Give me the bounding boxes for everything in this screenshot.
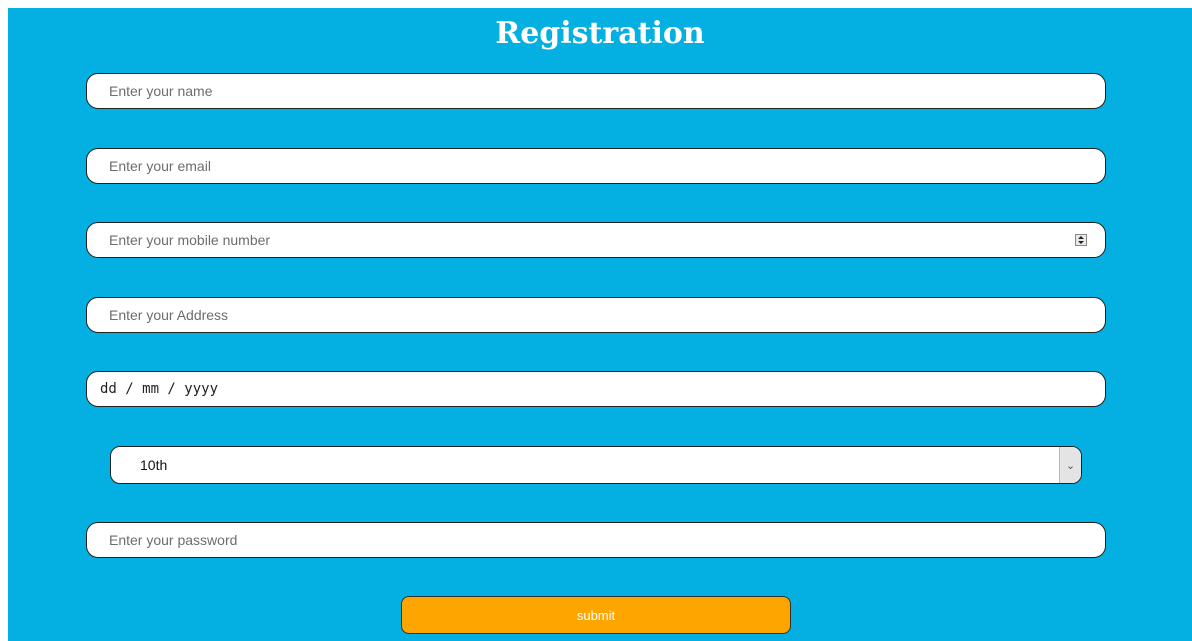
- name-input-placeholder: Enter your name: [109, 83, 213, 99]
- email-input[interactable]: Enter your email: [86, 148, 1106, 184]
- password-input[interactable]: Enter your password: [86, 522, 1106, 558]
- password-input-placeholder: Enter your password: [109, 532, 238, 548]
- name-input[interactable]: Enter your name: [86, 73, 1106, 109]
- chevron-down-icon[interactable]: ⌄: [1059, 447, 1081, 483]
- qualification-select[interactable]: 10th ⌄: [110, 446, 1082, 484]
- number-spinner-icon[interactable]: [1075, 234, 1087, 246]
- mobile-input-placeholder: Enter your mobile number: [109, 232, 271, 248]
- qualification-selected-value: 10th: [140, 457, 168, 473]
- registration-panel: Registration Enter your name Enter your …: [8, 8, 1192, 641]
- date-input-placeholder: dd / mm / yyyy: [100, 381, 219, 397]
- page-title: Registration: [495, 16, 705, 51]
- address-input-placeholder: Enter your Address: [109, 307, 229, 323]
- mobile-number-input[interactable]: Enter your mobile number: [86, 222, 1106, 258]
- date-input[interactable]: dd / mm / yyyy: [86, 371, 1106, 407]
- address-input[interactable]: Enter your Address: [86, 297, 1106, 333]
- submit-button[interactable]: submit: [401, 596, 791, 634]
- email-input-placeholder: Enter your email: [109, 158, 211, 174]
